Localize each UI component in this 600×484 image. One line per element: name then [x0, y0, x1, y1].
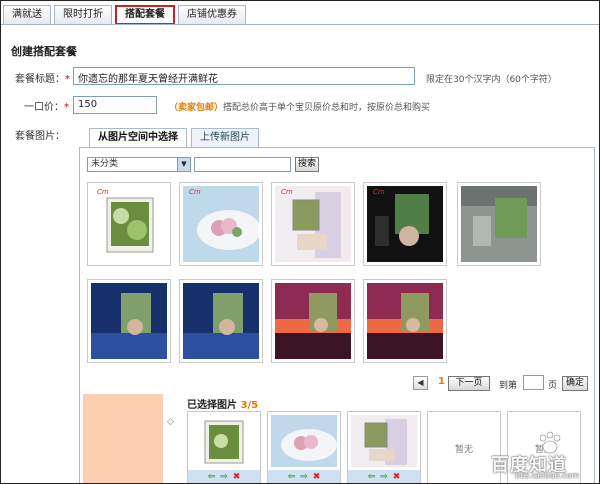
next-page-button[interactable]: 下一页 [448, 376, 490, 391]
thumb-image [461, 186, 537, 262]
image-thumb[interactable]: Cm [179, 182, 263, 266]
chevron-down-icon: ▼ [177, 158, 190, 171]
selected-image-picture [351, 415, 417, 467]
tab-full-gift[interactable]: 满就送 [3, 5, 51, 25]
price-hint: （卖家包邮）搭配总价高于单个宝贝原价总和时，按原价总和购买 [169, 103, 431, 113]
campaign-window: 满就送 限时打折 搭配套餐 店铺优惠券 创建搭配套餐 套餐标题：* 你遗忘的那年… [0, 0, 600, 484]
image-thumb[interactable] [363, 279, 447, 363]
selected-image-picture [191, 415, 257, 467]
selected-image-controls: ⇦ ⇨ ✖ [268, 470, 340, 483]
bundle-preview [83, 394, 163, 483]
thumb-image [183, 283, 259, 359]
tab-store-coupon[interactable]: 店铺优惠券 [178, 5, 246, 25]
section-title: 创建搭配套餐 [11, 45, 77, 58]
tab-image-space[interactable]: 从图片空间中选择 [89, 128, 187, 148]
required-mark: * [65, 74, 70, 85]
tab-upload-image[interactable]: 上传新图片 [191, 128, 259, 148]
move-right-icon[interactable]: ⇨ [220, 470, 228, 483]
move-left-icon[interactable]: ⇦ [288, 470, 296, 483]
image-thumb[interactable] [179, 279, 263, 363]
tab-bundle[interactable]: 搭配套餐 [115, 5, 175, 25]
selected-image-controls: ⇦ ⇨ ✖ [188, 470, 260, 483]
delete-icon[interactable]: ✖ [393, 470, 401, 483]
category-select-value: 未分类 [91, 159, 119, 169]
thumb-image [367, 283, 443, 359]
move-left-icon[interactable]: ⇦ [208, 470, 216, 483]
search-input[interactable] [194, 157, 291, 172]
selected-image-picture [271, 415, 337, 467]
goto-label: 到第 [499, 381, 518, 391]
thumb-image: Cm [275, 186, 351, 262]
image-thumb[interactable]: Cm [271, 182, 355, 266]
required-mark: * [64, 102, 69, 113]
selected-image-controls: ⇦ ⇨ ✖ [348, 470, 420, 483]
brand-logo: Cm [97, 188, 109, 196]
brand-logo: Cm [281, 188, 293, 196]
thumb-image: Cm [367, 186, 443, 262]
tab-divider [1, 24, 599, 25]
brand-logo: Cm [189, 188, 201, 196]
image-thumb[interactable] [87, 279, 171, 363]
page-number-input[interactable] [523, 375, 544, 390]
thumb-image [275, 283, 351, 359]
prev-page-button[interactable]: ◀ [413, 376, 428, 390]
watermark: 百度知道 bbs.taobao.com [485, 431, 593, 483]
selected-count: 3/5 [240, 400, 259, 411]
image-thumb[interactable]: Cm [363, 182, 447, 266]
move-right-icon[interactable]: ⇨ [300, 470, 308, 483]
price-input[interactable]: 150 [73, 96, 157, 114]
move-right-icon[interactable]: ⇨ [380, 470, 388, 483]
arrow-right-icon: ◇ [167, 417, 174, 427]
watermark-url: bbs.taobao.com [515, 471, 580, 480]
tab-time-discount[interactable]: 限时打折 [54, 5, 112, 25]
title-input[interactable]: 你遗忘的那年夏天曾经开满鲜花 [73, 67, 415, 85]
move-left-icon[interactable]: ⇦ [368, 470, 376, 483]
image-thumb[interactable]: Cm [87, 182, 171, 266]
delete-icon[interactable]: ✖ [313, 470, 321, 483]
image-label: 套餐图片： [15, 131, 65, 142]
image-thumb[interactable] [457, 182, 541, 266]
search-button[interactable]: 搜索 [295, 157, 319, 172]
thumb-image [91, 283, 167, 359]
delete-icon[interactable]: ✖ [233, 470, 241, 483]
page-unit-label: 页 [548, 381, 558, 391]
brand-logo: Cm [373, 188, 385, 196]
thumb-image: Cm [183, 186, 259, 262]
promotion-tabs: 满就送 限时打折 搭配套餐 店铺优惠券 [3, 5, 249, 25]
title-hint: 限定在30个汉字内（60个字符） [426, 75, 557, 85]
selected-image[interactable]: ⇦ ⇨ ✖ [347, 411, 421, 483]
selected-image[interactable]: ⇦ ⇨ ✖ [187, 411, 261, 483]
current-page: 1 [438, 376, 445, 387]
price-label: 一口价：* [24, 102, 69, 113]
selected-image[interactable]: ⇦ ⇨ ✖ [267, 411, 341, 483]
thumb-image: Cm [91, 186, 167, 262]
confirm-page-button[interactable]: 确定 [562, 376, 588, 391]
image-thumb[interactable] [271, 279, 355, 363]
image-source-tabs: 从图片空间中选择 上传新图片 [89, 128, 263, 148]
free-shipping-tag: （卖家包邮） [169, 103, 224, 113]
category-select[interactable]: 未分类 ▼ [87, 157, 191, 172]
title-label: 套餐标题：* [15, 74, 70, 85]
selected-images-title: 已选择图片 3/5 [187, 400, 259, 411]
